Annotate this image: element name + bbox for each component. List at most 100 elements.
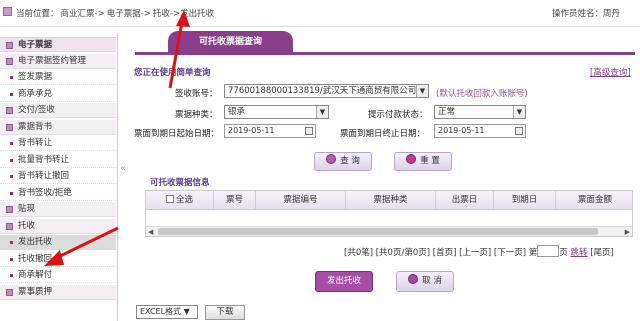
- bullet-icon: [10, 241, 13, 244]
- breadcrumb-item[interactable]: 托收->发出托收: [153, 9, 214, 19]
- folder-square-icon: [6, 107, 13, 114]
- sidebar-item-label: 背书转让撤回: [18, 171, 70, 181]
- sidebar-item[interactable]: 票据背书: [0, 119, 116, 135]
- sidebar-item[interactable]: 托收撤回: [0, 251, 116, 267]
- bullet-icon: [10, 158, 13, 162]
- end-date-label: 票面到期日终止日期：: [340, 129, 426, 139]
- sidebar-item-label: 票据背书: [18, 121, 53, 132]
- type-label: 票据种类：: [175, 110, 218, 120]
- tab-receivable-query[interactable]: 可托收票据查询: [168, 31, 293, 53]
- cancel-icon: [408, 274, 419, 284]
- sidebar-item-label: 票事质押: [18, 286, 53, 297]
- sidebar-item[interactable]: 背书转让: [0, 136, 116, 151]
- sidebar-item[interactable]: 批量背书转让: [0, 152, 116, 168]
- column-header[interactable]: 票面金额: [556, 191, 632, 210]
- page-number-input[interactable]: [537, 245, 560, 257]
- sidebar-item[interactable]: 发出托收: [0, 235, 116, 250]
- bullet-icon: [10, 191, 13, 195]
- sidebar-item-label: 托收: [18, 220, 36, 231]
- breadcrumb: 当前位置： 商业汇票-> 电子票据-> 托收->发出托收: [16, 9, 215, 19]
- send-collection-button[interactable]: 发出托收: [315, 271, 373, 292]
- query-mode-title: 您正在使用简单查询: [134, 68, 211, 78]
- sidebar-item-label: 背书签收/拒绝: [18, 187, 72, 198]
- end-date-input[interactable]: 2019-05-11: [434, 124, 526, 138]
- receivable-table: 全选 票号 票据编号 票据种类 出票日 到期日 票面金额 ◀ ▶: [145, 190, 633, 237]
- account-label: 签收账号：: [175, 89, 218, 99]
- sidebar-item-label: 贴现: [18, 204, 36, 214]
- column-header[interactable]: 到期日: [494, 191, 556, 210]
- sidebar-item[interactable]: 托收: [0, 218, 116, 234]
- column-header[interactable]: 出票日: [436, 191, 494, 210]
- breadcrumb-item[interactable]: 电子票据->: [107, 9, 151, 19]
- sidebar-item[interactable]: 票事质押: [0, 284, 116, 300]
- column-header[interactable]: 票据种类: [346, 191, 436, 210]
- bullet-icon: [10, 257, 13, 261]
- column-header[interactable]: 票据编号: [256, 191, 346, 210]
- reminder-select[interactable]: 正常 ▼: [434, 105, 526, 119]
- folder-square-icon: [6, 123, 13, 131]
- table-title: 可托收票据信息: [150, 178, 210, 188]
- select-all-header[interactable]: 全选: [146, 191, 214, 210]
- breadcrumb-item[interactable]: 商业汇票->: [61, 9, 105, 19]
- sidebar-item-label: 商承承兑: [18, 88, 53, 99]
- reset-icon: [406, 154, 417, 164]
- select-all-checkbox[interactable]: [165, 195, 174, 203]
- operator-name: 周丹: [602, 9, 620, 19]
- operator-info: 操作员姓名：周丹: [551, 9, 620, 19]
- cancel-button[interactable]: 取 消: [396, 271, 454, 292]
- scroll-thumb[interactable]: [158, 228, 598, 235]
- calendar-icon[interactable]: [515, 127, 523, 135]
- sidebar-item-label: 发出托收: [18, 237, 53, 247]
- horizontal-scrollbar[interactable]: ◀ ▶: [146, 226, 632, 236]
- reminder-label: 提示付款状态：: [368, 110, 428, 120]
- sidebar-item-label: 批量背书转让: [18, 154, 70, 165]
- calendar-icon[interactable]: [305, 127, 313, 135]
- bullet-icon: [10, 142, 13, 145]
- sidebar-item[interactable]: 背书转让撤回: [0, 169, 116, 184]
- sidebar-item[interactable]: 签发票据: [0, 70, 116, 85]
- sidebar-item[interactable]: 交付/签收: [0, 103, 116, 118]
- bullet-icon: [10, 175, 13, 178]
- sidebar-item-label: 电子票据签约管理: [18, 55, 87, 66]
- dropdown-arrow-icon: ▼: [416, 85, 428, 97]
- search-button[interactable]: 查 询: [314, 152, 372, 171]
- bullet-icon: [10, 92, 13, 96]
- search-icon: [326, 154, 337, 164]
- folder-square-icon: [6, 222, 13, 230]
- column-header[interactable]: 票号: [214, 191, 256, 210]
- sidebar: 电子票据电子票据签约管理 签发票据商承承兑交付/签收票据背书背书转让批量背书转让背…: [0, 33, 118, 321]
- tab-underline: [135, 52, 635, 55]
- type-select[interactable]: 银承 ▼: [224, 105, 329, 119]
- go-page-link[interactable]: 跳转: [570, 248, 587, 258]
- sidebar-item-label: 托收撤回: [18, 253, 53, 264]
- reset-button[interactable]: 重 置: [394, 152, 452, 171]
- bullet-icon: [10, 274, 13, 277]
- pagination: [共0笔] [共0页/第0页] [首页] [上一页] [下一页] 第页 跳转 […: [344, 245, 614, 258]
- sidebar-item[interactable]: 背书签收/拒绝: [0, 185, 116, 201]
- sidebar-item-label: 签发票据: [18, 72, 53, 82]
- table-header: 全选 票号 票据编号 票据种类 出票日 到期日 票面金额: [146, 191, 632, 210]
- sidebar-item[interactable]: 商承解付: [0, 268, 116, 283]
- default-account-hint: (默认托收回款入账账号): [436, 89, 528, 99]
- advanced-query-link[interactable]: [高级查询]: [590, 66, 631, 78]
- folder-square-icon: [6, 206, 13, 213]
- folder-square-icon: [6, 57, 13, 65]
- download-button[interactable]: 下载: [205, 305, 245, 320]
- bullet-icon: [10, 76, 13, 79]
- last-page-link[interactable]: [尾页]: [590, 248, 614, 258]
- start-date-label: 票面到期日起始日期：: [134, 129, 220, 139]
- collapse-sidebar-icon[interactable]: «: [120, 163, 126, 174]
- dropdown-arrow-icon: ▼: [513, 106, 525, 118]
- sidebar-item[interactable]: 电子票据: [0, 37, 116, 52]
- start-date-input[interactable]: 2019-05-11: [224, 124, 316, 138]
- folder-square-icon: [6, 42, 13, 49]
- location-icon: [3, 7, 12, 16]
- export-format-select[interactable]: EXCEL格式 ▼: [136, 305, 198, 319]
- sidebar-item[interactable]: 商承承兑: [0, 86, 116, 102]
- scroll-right-icon[interactable]: ▶: [625, 228, 630, 236]
- dropdown-arrow-icon: ▼: [316, 106, 328, 118]
- scroll-left-icon[interactable]: ◀: [148, 228, 153, 236]
- sidebar-item[interactable]: 电子票据签约管理: [0, 53, 116, 69]
- account-select[interactable]: 77600188000133819/武汉天下通商贸有限公司 ▼: [224, 84, 429, 98]
- sidebar-item[interactable]: 贴现: [0, 202, 116, 217]
